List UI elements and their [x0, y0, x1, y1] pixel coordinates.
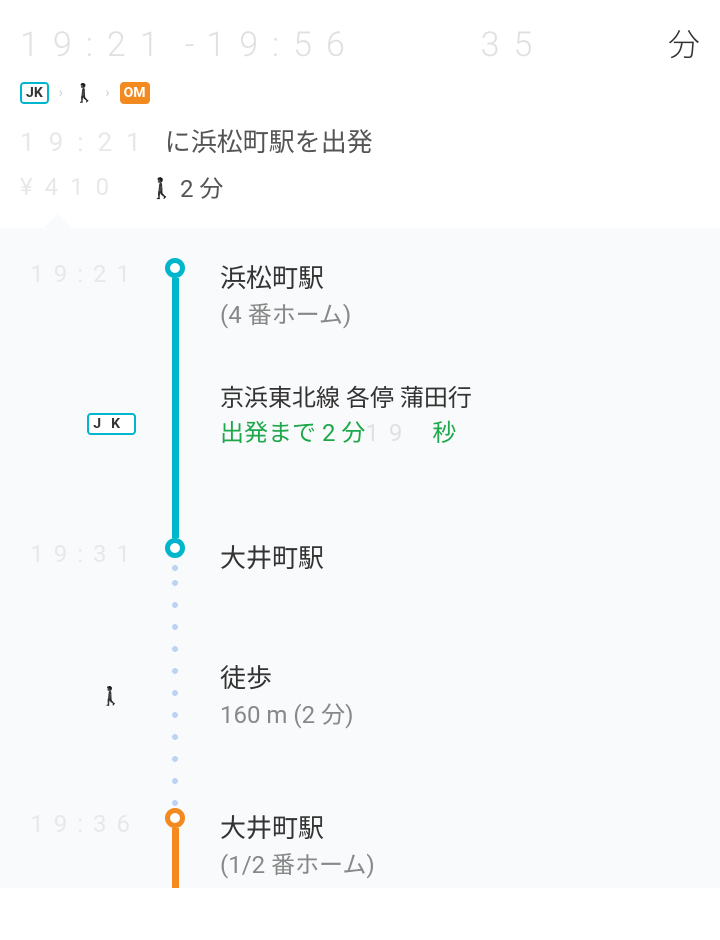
- station-name: 浜松町駅: [220, 258, 700, 295]
- walk-icon: [149, 173, 174, 201]
- timeline-stop[interactable]: 19:21 浜松町駅 (4 番ホーム): [20, 258, 700, 308]
- walk-label: 徒歩: [220, 658, 700, 695]
- departure-text-row: 19:21 に浜松町駅を出発: [20, 122, 700, 159]
- departure-countdown: 出発まで 2 分19 秒: [220, 413, 700, 448]
- rail-walk-segment: [172, 558, 178, 578]
- stop-content: 大井町駅: [200, 538, 700, 575]
- duration-unit: 分: [668, 20, 700, 66]
- countdown-seconds: 19: [365, 419, 412, 447]
- rail-segment: [172, 828, 179, 888]
- timeline-stop[interactable]: 19:36 大井町駅 (1/2 番ホーム): [20, 808, 700, 888]
- segment-content: 徒歩 160 m (2 分): [200, 578, 700, 730]
- mode-icons-row: JK › › OM: [20, 82, 700, 104]
- station-node-icon: [165, 538, 185, 558]
- time-summary-row: 19:21 - 19:56 35 分: [20, 20, 700, 66]
- rail-walk-segment: [172, 578, 178, 808]
- rail-segment: [172, 308, 179, 538]
- segment-content: 京浜東北線 各停 蒲田行 出発まで 2 分19 秒: [200, 308, 700, 448]
- station-node-icon: [165, 258, 185, 278]
- segment-badge-col: [20, 578, 150, 808]
- walk-summary-text: 2 分: [180, 169, 223, 204]
- stop-time: 19:31: [20, 538, 150, 568]
- chevron-icon: ›: [59, 85, 63, 101]
- walk-detail: 160 m (2 分): [220, 695, 700, 730]
- stop-time: 19:21: [20, 258, 150, 288]
- departure-time-label: 19:21: [20, 128, 155, 158]
- rail: [150, 808, 200, 888]
- segment-badge-col: JK: [20, 308, 150, 538]
- station-name: 大井町駅: [220, 808, 700, 845]
- line-name: 京浜東北線 各停 蒲田行: [220, 378, 700, 413]
- rail: [150, 538, 200, 578]
- route-header: 19:21 - 19:56 35 分 JK › › OM 19:21 に浜松町駅…: [0, 0, 720, 228]
- fare-row: ¥410 2 分: [20, 169, 700, 204]
- walk-icon: [73, 83, 95, 104]
- depart-time: 19:21: [20, 25, 173, 65]
- jk-line-badge: JK: [87, 413, 136, 435]
- timeline-segment[interactable]: JK 京浜東北線 各停 蒲田行 出発まで 2 分19 秒: [20, 308, 700, 538]
- station-name: 大井町駅: [220, 538, 700, 575]
- platform-label: (1/2 番ホーム): [220, 845, 700, 880]
- stop-content: 大井町駅 (1/2 番ホーム): [200, 808, 700, 880]
- time-separator: -: [185, 25, 195, 65]
- pointer-icon: [44, 214, 72, 228]
- arrive-time: 19:56: [206, 25, 359, 65]
- fare-value: ¥410: [20, 173, 121, 201]
- duration-value: 35: [481, 25, 547, 65]
- chevron-icon: ›: [105, 85, 109, 101]
- route-timeline: 19:21 浜松町駅 (4 番ホーム) JK 京浜東北線 各停 蒲田行 出発まで…: [0, 228, 720, 888]
- walk-summary: 2 分: [149, 169, 223, 204]
- jk-line-badge: JK: [20, 82, 49, 104]
- timeline-stop[interactable]: 19:31 大井町駅: [20, 538, 700, 578]
- om-line-badge: OM: [120, 82, 150, 104]
- countdown-unit: 秒: [432, 419, 456, 447]
- timeline-walk-segment[interactable]: 徒歩 160 m (2 分): [20, 578, 700, 808]
- rail: [150, 308, 200, 538]
- departure-suffix: に浜松町駅を出発: [165, 122, 373, 159]
- rail: [150, 578, 200, 808]
- countdown-prefix: 出発まで 2 分: [220, 419, 365, 447]
- walk-icon: [100, 680, 132, 708]
- stop-time: 19:36: [20, 808, 150, 838]
- station-node-icon: [165, 808, 185, 828]
